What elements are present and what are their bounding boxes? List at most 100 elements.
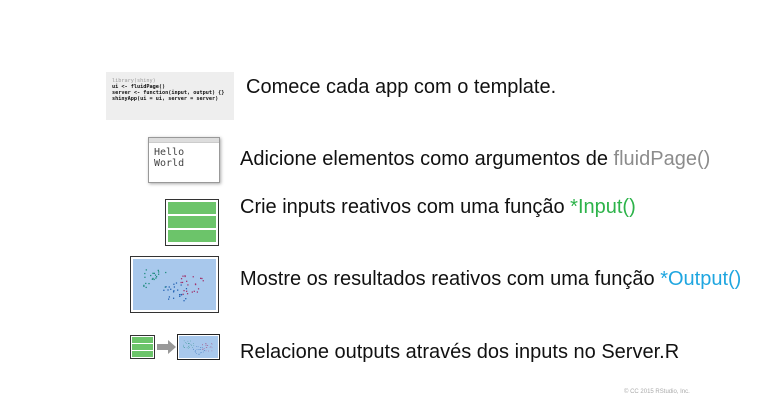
plot-point <box>183 347 185 348</box>
plot-point <box>186 280 188 282</box>
plot-point <box>165 271 167 274</box>
plot-point <box>148 282 150 285</box>
plot-point <box>194 350 196 351</box>
plot-point <box>183 340 185 342</box>
plot-point <box>163 289 165 291</box>
plot-point <box>201 277 203 280</box>
plot-point <box>205 344 206 346</box>
plot-point <box>191 345 192 346</box>
plot-point <box>145 269 147 271</box>
plot-point <box>153 278 155 281</box>
plot-point <box>188 345 189 347</box>
plot-point <box>157 269 159 272</box>
plot-point <box>208 350 209 352</box>
plot-point <box>211 343 212 344</box>
plot-point <box>180 281 182 284</box>
code-line: shinyApp(ui = ui, server = server) <box>112 96 219 102</box>
plot-point <box>192 276 194 278</box>
template-code-thumbnail: library(shiny) ui <- fluidPage() server … <box>106 72 234 120</box>
hello-text: Hello World <box>154 147 185 169</box>
plot-point <box>196 291 198 293</box>
plot-thumbnail <box>130 256 219 313</box>
step-highlight: *Output() <box>660 268 742 290</box>
step-2: Adicione elementos como argumentos de fl… <box>240 148 710 171</box>
plot-point <box>184 275 186 277</box>
plot-point <box>196 346 197 347</box>
step-4: Mostre os resultados reativos com uma fu… <box>240 268 741 291</box>
step-highlight: fluidPage() <box>613 148 711 170</box>
plot-point <box>185 342 186 344</box>
plot-point <box>180 278 183 280</box>
plot-point <box>191 291 193 293</box>
plot-point <box>193 343 194 344</box>
arrow-right-icon <box>157 340 176 354</box>
plot-point <box>187 284 189 286</box>
plot-point <box>189 347 190 348</box>
plot-point <box>173 286 176 288</box>
plot-point <box>199 277 202 279</box>
plot-point <box>202 351 204 353</box>
mini-plot-thumbnail <box>177 334 220 360</box>
plot-point <box>170 288 172 290</box>
plot-point <box>151 278 153 280</box>
plot-point <box>196 349 198 350</box>
plot-point <box>184 347 185 348</box>
plot-point <box>182 293 184 295</box>
step-text: Mostre os resultados reativos com uma fu… <box>240 268 661 290</box>
plot-point <box>211 347 213 349</box>
plot-point <box>210 346 212 347</box>
plot-point <box>209 346 211 348</box>
plot-point <box>183 344 184 346</box>
plot-point <box>180 284 182 286</box>
plot-point <box>200 347 202 348</box>
plot-point <box>193 349 194 350</box>
plot-point <box>144 272 146 275</box>
plot-point <box>203 350 205 351</box>
plot-point <box>190 344 192 345</box>
step-text: Comece cada app com o template. <box>246 76 557 98</box>
plot-point <box>186 342 187 344</box>
copyright: © CC 2015 RStudio, Inc. <box>624 389 690 395</box>
plot-point <box>189 343 190 344</box>
plot-point <box>211 350 213 352</box>
plot-point <box>205 350 207 352</box>
plot-point <box>211 343 213 345</box>
plot-point <box>150 274 152 277</box>
plot-point <box>192 347 193 348</box>
plot-point <box>183 289 185 292</box>
plot-point <box>185 298 187 300</box>
plot-point <box>181 281 184 284</box>
plot-point <box>205 343 206 344</box>
step-text: Adicione elementos como argumentos de <box>240 148 614 170</box>
plot-point <box>188 343 189 344</box>
plot-point <box>194 351 196 352</box>
plot-point <box>205 344 207 346</box>
plot-point <box>167 298 170 300</box>
plot-point <box>144 276 146 278</box>
step-1: Comece cada app com o template. <box>246 76 556 99</box>
plot-point <box>202 347 203 348</box>
plot-point <box>187 340 189 342</box>
plot-point <box>153 272 155 275</box>
plot-point <box>152 272 154 274</box>
plot-point <box>190 340 191 342</box>
plot-point <box>198 353 199 355</box>
plot-point <box>194 283 197 286</box>
plot-point <box>186 293 189 295</box>
plot-point <box>193 290 195 292</box>
plot-point <box>199 353 200 355</box>
plot-point <box>172 297 175 299</box>
plot-point <box>195 351 196 353</box>
inputs-thumbnail <box>165 199 219 246</box>
plot-point <box>198 349 200 351</box>
plot-point <box>186 347 188 349</box>
step-highlight: *Input() <box>570 196 636 218</box>
plot-point <box>165 286 167 288</box>
plot-point <box>173 283 175 285</box>
plot-point <box>205 343 207 344</box>
plot-point <box>158 271 160 273</box>
plot-point <box>180 293 182 296</box>
step-text: Crie inputs reativos com uma função <box>240 196 571 218</box>
plot-point <box>175 282 178 284</box>
plot-point <box>200 352 201 354</box>
